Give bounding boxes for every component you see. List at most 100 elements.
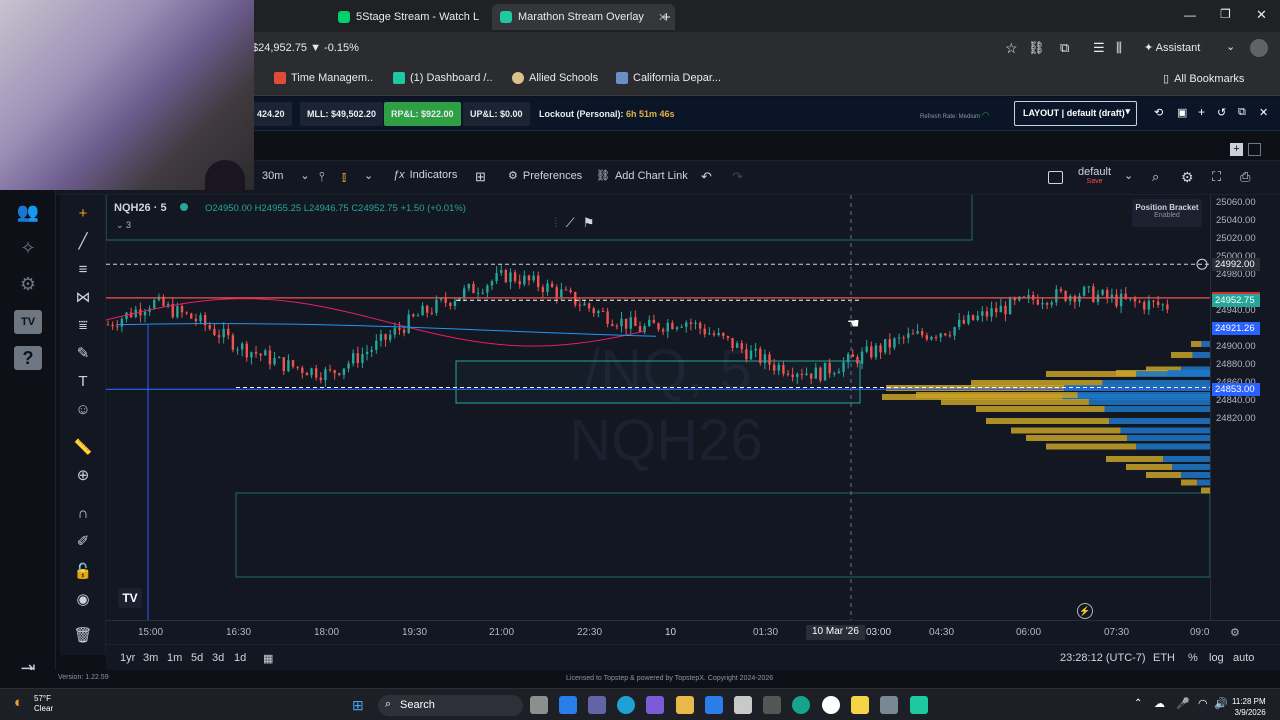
emoji-icon[interactable]: ☺: [72, 399, 94, 421]
gear-icon[interactable]: ⚙: [14, 274, 42, 298]
browser-tab-active[interactable]: Marathon Stream Overlay ✕: [492, 4, 676, 30]
axis-settings-icon[interactable]: ⚙: [1230, 626, 1240, 639]
lightning-icon[interactable]: ⚡: [1077, 603, 1093, 619]
eye-icon[interactable]: ◉: [72, 589, 94, 611]
microphone-icon[interactable]: 🎤: [1176, 697, 1190, 710]
floating-draw-toolbar[interactable]: ⁞⟋⚑: [554, 215, 602, 231]
trendline-icon[interactable]: ╱: [72, 231, 94, 253]
text-icon[interactable]: T: [72, 371, 94, 393]
clock[interactable]: 11:28 PM 3/9/2026: [1232, 696, 1266, 718]
time-axis[interactable]: 15:00 16:30 18:00 19:30 21:00 22:30 10 01:30 03:…: [106, 620, 1280, 644]
mail-icon[interactable]: [559, 696, 577, 714]
log-toggle[interactable]: log: [1209, 652, 1224, 664]
position-bracket-badge[interactable]: Position Bracket Enabled: [1132, 199, 1202, 227]
indicators-button[interactable]: ƒx Indicators: [393, 169, 457, 181]
percent-toggle[interactable]: %: [1188, 652, 1198, 664]
all-bookmarks-button[interactable]: ▯ All Bookmarks: [1163, 72, 1244, 86]
symbol-label[interactable]: NQH26 · 5: [114, 202, 167, 214]
app-active-icon[interactable]: [792, 696, 810, 714]
camera-icon[interactable]: ⎙: [1240, 169, 1250, 185]
preferences-button[interactable]: ⚙ Preferences: [508, 169, 582, 183]
app-icon[interactable]: [763, 696, 781, 714]
line-tool-icon[interactable]: ⟋: [566, 215, 583, 230]
trash-icon[interactable]: 🗑: [72, 625, 94, 647]
range-3m[interactable]: 3m: [143, 652, 158, 664]
store-icon[interactable]: [705, 696, 723, 714]
range-1d[interactable]: 1d: [234, 652, 246, 664]
add-chart-link-button[interactable]: ⛓ Add Chart Link: [596, 169, 688, 183]
chart-pane[interactable]: /NQ, 5 NQH26 NQH26 · 5 O24950.00 H24955.…: [106, 195, 1210, 620]
file-explorer-icon[interactable]: [676, 696, 694, 714]
minimize-icon[interactable]: —: [1184, 8, 1196, 22]
calculator-icon[interactable]: [880, 696, 898, 714]
crosshair-icon[interactable]: +: [72, 203, 94, 225]
teams-icon[interactable]: [588, 696, 606, 714]
compare-icon[interactable]: ⫯: [319, 169, 325, 185]
candlestick-chart[interactable]: /NQ, 5 NQH26: [106, 195, 1210, 620]
flag-icon[interactable]: ⚑: [583, 215, 603, 230]
profile-avatar[interactable]: [1250, 39, 1268, 57]
star-icon[interactable]: ☆: [1005, 40, 1018, 57]
new-tab-button[interactable]: +: [654, 4, 679, 30]
equalizer-icon[interactable]: ⫼: [1116, 40, 1122, 56]
layout-icon[interactable]: [1048, 171, 1063, 184]
bookmark-item[interactable]: (1) Dashboard /..: [393, 72, 493, 84]
menu-lines-icon[interactable]: ☰: [1093, 40, 1105, 56]
bookmark-item[interactable]: Time Managem..: [274, 72, 373, 84]
chatgpt-icon[interactable]: [822, 696, 840, 714]
fullscreen-icon[interactable]: ⛶: [1212, 169, 1221, 185]
sparkles-icon[interactable]: ✧: [14, 238, 42, 262]
extensions-icon[interactable]: ⧉: [1060, 40, 1069, 56]
assistant-button[interactable]: ✦ Assistant: [1144, 41, 1200, 54]
lock-icon[interactable]: 🔓: [72, 561, 94, 583]
users-icon[interactable]: 👥: [14, 202, 42, 226]
taskbar-search[interactable]: ⌕ Search: [378, 695, 523, 716]
tray-chevron-icon[interactable]: ⌃: [1134, 698, 1142, 709]
windows-start-icon[interactable]: ⊞: [352, 697, 364, 714]
settings-gear-icon[interactable]: ⚙: [1181, 169, 1194, 186]
tradingview-icon[interactable]: TV: [14, 310, 42, 334]
weather-widget[interactable]: 57°F Clear: [34, 694, 53, 714]
pencil-icon[interactable]: ✎: [72, 343, 94, 365]
auto-toggle[interactable]: auto: [1233, 652, 1254, 664]
calendar-icon[interactable]: ▦: [263, 652, 273, 665]
help-icon[interactable]: ?: [14, 346, 42, 370]
close-icon[interactable]: ✕: [1259, 106, 1268, 119]
undo-icon[interactable]: ↺: [1217, 106, 1226, 119]
sticky-notes-icon[interactable]: [851, 696, 869, 714]
chevron-down-icon[interactable]: ⌄: [1226, 40, 1235, 53]
brush-lines-icon[interactable]: ⩸: [72, 315, 94, 337]
templates-grid-icon[interactable]: ⊞: [475, 169, 486, 185]
sync-icon[interactable]: ⟲: [1154, 106, 1163, 119]
volume-icon[interactable]: 🔊: [1214, 697, 1228, 710]
lock-draw-icon[interactable]: ✐: [72, 531, 94, 553]
layout-select[interactable]: LAYOUT | default (draft) ▾: [1014, 101, 1137, 126]
panel-toggle-icon[interactable]: [1248, 143, 1261, 156]
edge-icon[interactable]: [617, 696, 635, 714]
candles-icon[interactable]: ⫾: [342, 169, 346, 185]
close-window-icon[interactable]: ✕: [1256, 7, 1267, 23]
zoom-in-icon[interactable]: ⊕: [72, 465, 94, 487]
ruler-icon[interactable]: 📏: [72, 437, 94, 459]
range-3d[interactable]: 3d: [212, 652, 224, 664]
cloud-icon[interactable]: ☁: [1154, 697, 1165, 710]
save-icon[interactable]: ▣: [1177, 106, 1187, 119]
add-panel-icon[interactable]: +: [1230, 143, 1243, 156]
drag-handle-icon[interactable]: ⁞: [554, 215, 566, 230]
range-5d[interactable]: 5d: [191, 652, 203, 664]
browser-tab[interactable]: 5Stage Stream - Watch L ✕: [330, 4, 510, 30]
fib-lines-icon[interactable]: ≡: [72, 259, 94, 281]
url-text[interactable]: $24,952.75 ▼ -0.15%: [252, 42, 359, 54]
window-icon[interactable]: ⧉: [1238, 106, 1246, 119]
timeframe-select[interactable]: 30m ⌄: [262, 169, 310, 183]
maximize-icon[interactable]: ❐: [1220, 7, 1231, 21]
app-icon[interactable]: [910, 696, 928, 714]
pattern-icon[interactable]: ⋈: [72, 287, 94, 309]
magnet-icon[interactable]: ∩: [72, 503, 94, 525]
link-icon[interactable]: ⛓: [1028, 40, 1045, 56]
search-icon[interactable]: ⌕: [1152, 169, 1159, 185]
template-select[interactable]: default Save: [1078, 166, 1111, 185]
wifi-icon[interactable]: ◠: [1198, 697, 1208, 710]
redo-icon[interactable]: ↷: [732, 169, 743, 185]
session-label[interactable]: ETH: [1153, 652, 1175, 664]
